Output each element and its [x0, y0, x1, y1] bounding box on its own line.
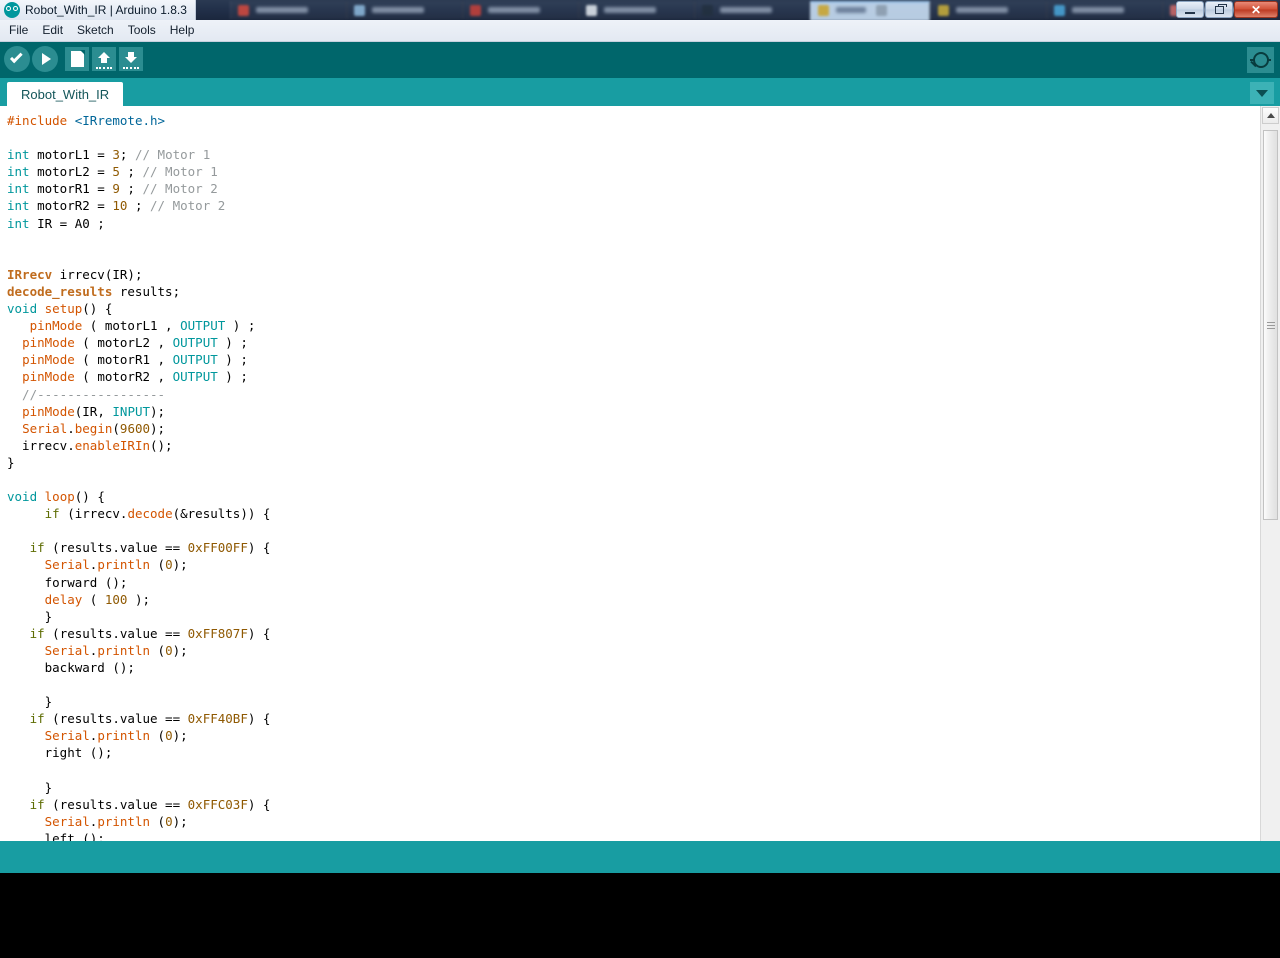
grip-lines-icon [1266, 320, 1275, 331]
open-up-arrow-icon [92, 47, 116, 71]
editor-scrollbar[interactable] [1260, 106, 1280, 841]
upload-button[interactable] [31, 45, 59, 73]
menu-item-help[interactable]: Help [163, 21, 202, 40]
console-output[interactable] [0, 873, 1280, 958]
menu-item-file[interactable]: File [2, 21, 35, 40]
tab-menu-button[interactable] [1250, 82, 1274, 104]
scroll-up-arrow-icon [1266, 113, 1275, 118]
minimize-icon [1185, 11, 1195, 14]
check-circle-icon [4, 46, 30, 72]
maximize-icon [1214, 3, 1227, 14]
title-bar: Robot_With_IR | Arduino 1.8.3 ✕ [0, 0, 1280, 20]
code-text[interactable]: #include <IRremote.h> int motorL1 = 3; /… [0, 106, 270, 841]
menu-item-tools[interactable]: Tools [121, 21, 163, 40]
window-title: Robot_With_IR | Arduino 1.8.3 [25, 3, 187, 17]
code-editor[interactable]: #include <IRremote.h> int motorL1 = 3; /… [0, 106, 1280, 841]
scrollbar-thumb[interactable] [1263, 130, 1278, 520]
tab-bar: Robot_With_IR [0, 78, 1280, 106]
tab-robot-with-ir[interactable]: Robot_With_IR [7, 82, 124, 106]
new-document-icon [65, 47, 89, 71]
title-bar-left: Robot_With_IR | Arduino 1.8.3 [0, 0, 196, 20]
new-button[interactable] [63, 45, 91, 73]
scroll-up-button[interactable] [1262, 107, 1279, 124]
verify-button[interactable] [3, 45, 31, 73]
toolbar [0, 42, 1280, 78]
menu-bar: File Edit Sketch Tools Help [0, 20, 1280, 42]
open-button[interactable] [90, 45, 118, 73]
arrow-right-circle-icon [32, 46, 58, 72]
minimize-button[interactable] [1176, 1, 1204, 18]
arduino-logo-icon [4, 2, 20, 18]
save-down-arrow-icon [119, 47, 143, 71]
status-bar [0, 841, 1280, 873]
chevron-down-icon [1256, 89, 1268, 97]
menu-item-edit[interactable]: Edit [35, 21, 70, 40]
arduino-ide-window: Robot_With_IR | Arduino 1.8.3 ✕ File Edi… [0, 0, 1280, 958]
close-icon: ✕ [1250, 2, 1262, 17]
save-button[interactable] [117, 45, 145, 73]
close-button[interactable]: ✕ [1234, 1, 1278, 18]
window-controls: ✕ [1176, 1, 1278, 18]
serial-monitor-button[interactable] [1247, 47, 1274, 73]
maximize-button[interactable] [1205, 1, 1233, 18]
menu-item-sketch[interactable]: Sketch [70, 21, 121, 40]
